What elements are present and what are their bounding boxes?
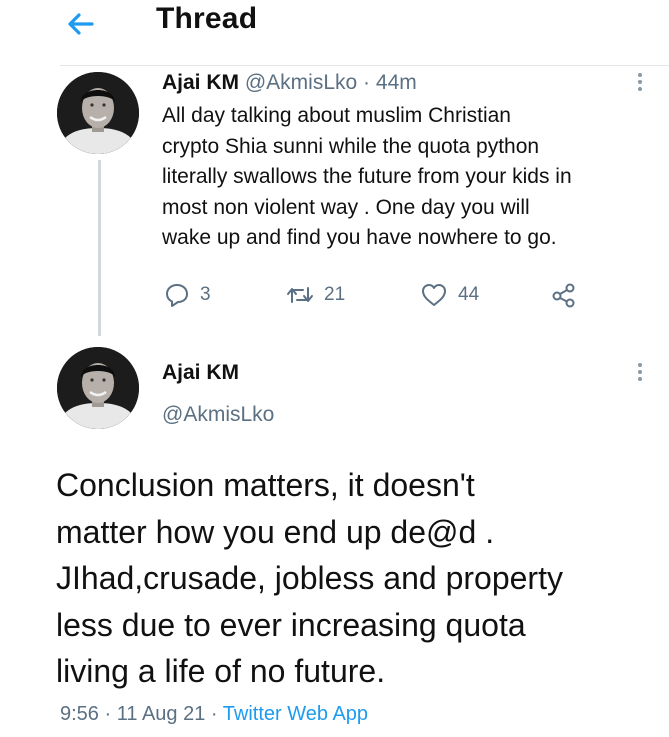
author-handle[interactable]: @AkmisLko xyxy=(245,71,357,94)
profile-photo xyxy=(57,72,139,154)
header-divider xyxy=(60,65,669,66)
author-handle[interactable]: @AkmisLko xyxy=(162,403,274,427)
author-name[interactable]: Ajai KM xyxy=(162,71,239,94)
share-button[interactable] xyxy=(550,282,578,308)
thread-connector-line xyxy=(98,160,101,336)
tweet-time[interactable]: 9:56 xyxy=(60,703,99,725)
retweet-count: 21 xyxy=(324,284,346,305)
tweet-time[interactable]: 44m xyxy=(376,71,417,94)
tweet-date[interactable]: 11 Aug 21 xyxy=(117,703,206,725)
separator-dot: · xyxy=(104,703,112,725)
retweet-button[interactable]: 21 xyxy=(286,282,345,308)
separator-dot: · xyxy=(363,71,371,94)
back-arrow-icon xyxy=(68,13,94,35)
avatar[interactable] xyxy=(57,72,139,154)
reply-icon xyxy=(166,284,188,307)
more-dots-icon xyxy=(638,363,642,367)
parent-tweet-header: Ajai KM @AkmisLko · 44m xyxy=(162,71,417,95)
main-tweet-text: Conclusion matters, it doesn't matter ho… xyxy=(56,467,563,689)
profile-photo xyxy=(57,347,139,429)
like-count: 44 xyxy=(458,284,480,305)
more-options-button[interactable] xyxy=(630,70,650,100)
share-icon xyxy=(552,283,575,308)
back-button[interactable] xyxy=(62,6,106,42)
reply-count: 3 xyxy=(200,284,211,305)
parent-tweet-text: All day talking about muslim Christian c… xyxy=(162,104,572,249)
reply-button[interactable]: 3 xyxy=(164,282,211,308)
avatar[interactable] xyxy=(57,347,139,429)
retweet-icon xyxy=(287,287,313,303)
author-name[interactable]: Ajai KM xyxy=(162,361,239,385)
more-dots-icon xyxy=(638,73,642,77)
thread-header: Thread xyxy=(0,0,669,58)
source-app-link[interactable]: Twitter Web App xyxy=(223,703,368,725)
heart-icon xyxy=(422,284,446,306)
tweet-actions: 3 21 44 xyxy=(162,282,642,312)
tweet-metadata: 9:56 · 11 Aug 21 · Twitter Web App xyxy=(60,703,368,726)
separator-dot: · xyxy=(210,703,218,725)
page-title: Thread xyxy=(156,2,258,35)
like-button[interactable]: 44 xyxy=(420,282,479,308)
more-options-button[interactable] xyxy=(630,360,650,390)
